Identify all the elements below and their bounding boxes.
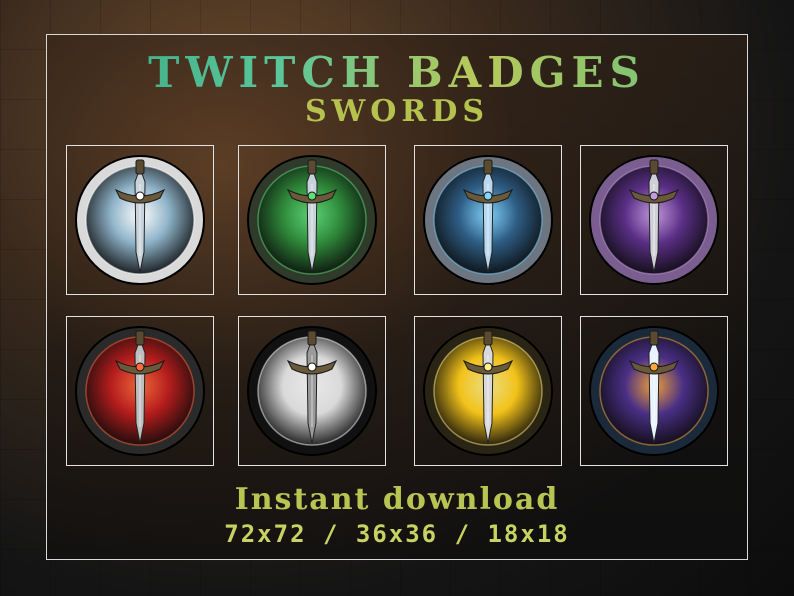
page-title: TWITCH BADGES [0,48,794,97]
sword-emblem-icon [75,155,205,285]
monochrome-ocean-sword-badge [238,316,386,466]
blue-steel-sword-badge [414,145,562,295]
green-emerald-sword-badge [238,145,386,295]
instant-download-text: Instant download [234,482,560,517]
red-demon-sword-badge [66,316,214,466]
sword-emblem-icon [423,326,553,456]
sword-emblem-icon [589,326,719,456]
golden-flame-sword-badge [414,316,562,466]
sword-emblem-icon [423,155,553,285]
sword-emblem-icon [589,155,719,285]
sword-emblem-icon [247,155,377,285]
sword-emblem-icon [75,326,205,456]
purple-amethyst-sword-badge [580,145,728,295]
white-silver-sword-badge [66,145,214,295]
page-subtitle: SWORDS [304,94,490,129]
sword-emblem-icon [247,326,377,456]
badge-sizes-text: 72x72 / 36x36 / 18x18 [224,520,570,548]
rainbow-crystal-sword-badge [580,316,728,466]
